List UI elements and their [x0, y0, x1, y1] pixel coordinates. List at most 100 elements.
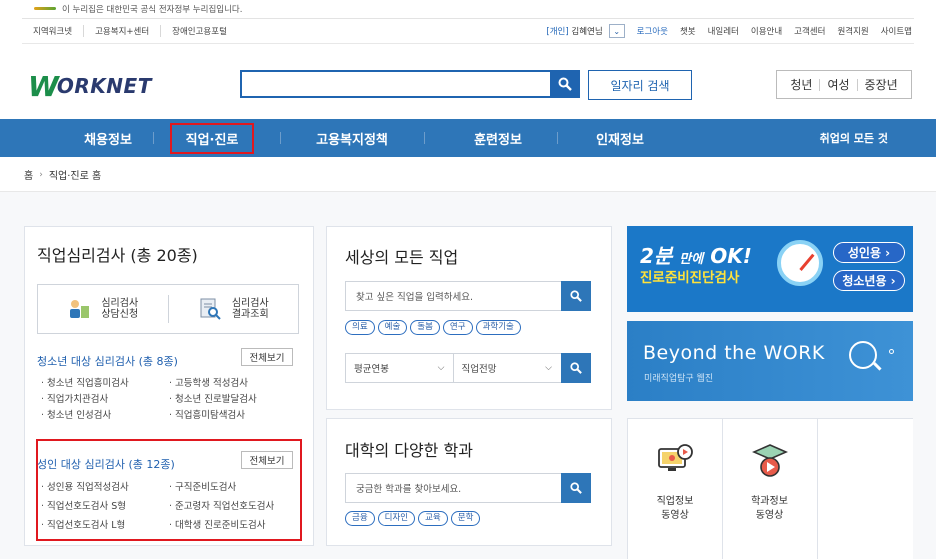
nav-recruit[interactable]: 채용정보: [62, 119, 154, 157]
logo-text: ORKNET: [56, 74, 152, 98]
remote-support-link[interactable]: 원격지원: [837, 25, 868, 37]
result-lookup-link[interactable]: 심리검사 결과조회: [167, 295, 299, 323]
search-icon: [570, 362, 582, 374]
adult-test-item[interactable]: 직업선호도검사 S형: [41, 498, 169, 512]
nav-divider: [424, 132, 425, 144]
search-button[interactable]: [550, 70, 580, 98]
tag-research[interactable]: 연구: [442, 320, 473, 335]
nav-job-career[interactable]: 직업·진로: [170, 123, 254, 154]
job-search-button[interactable]: 일자리 검색: [588, 70, 692, 100]
salary-select[interactable]: 평균연봉 ⌵: [346, 354, 453, 382]
tag-education[interactable]: 교육: [418, 511, 448, 526]
youth-test-list: 청소년 직업흥미검사 고등학생 적성검사 직업가치관검사 청소년 진로발달검사 …: [41, 375, 301, 421]
departments-title: 대학의 다양한 학과: [345, 441, 473, 460]
monitor-play-icon: [658, 444, 693, 471]
util-link-local[interactable]: 지역워크넷: [22, 25, 85, 37]
middle-aged-link[interactable]: 중장년: [858, 79, 905, 91]
adult-test-item[interactable]: 직업선호도검사 L형: [41, 517, 169, 531]
search-input[interactable]: [240, 70, 580, 98]
women-link[interactable]: 여성: [820, 78, 858, 91]
youth-test-title[interactable]: 청소년 대상 심리검사 (총 8종): [37, 353, 178, 369]
nav-all-about-jobs[interactable]: 취업의 모든 것: [820, 119, 888, 157]
gov-banner: 이 누리집은 대한민국 공식 전자정부 누리집입니다.: [0, 0, 936, 17]
banner2-title: Beyond the WORK: [643, 342, 825, 364]
guide-link[interactable]: 이용안내: [751, 25, 782, 37]
result-label: 심리검사 결과조회: [231, 298, 269, 320]
utility-bar: 지역워크넷 고용복지+센터 장애인고용포털 [개인] 김혜연님 ⌄ 로그아웃 챗…: [22, 18, 914, 44]
adult-test-list: 성인용 직업적성검사 구직준비도검사 직업선호도검사 S형 준고령자 직업선호도…: [41, 479, 301, 531]
search-icon: [558, 77, 572, 91]
tag-medical[interactable]: 의료: [345, 320, 375, 335]
department-tags: 금융 디자인 교육 문학: [345, 511, 481, 526]
job-search-submit[interactable]: [561, 281, 591, 311]
department-video-tile[interactable]: 학과정보 동영상: [722, 419, 818, 559]
nav-employment-welfare[interactable]: 고용복지정책: [300, 119, 404, 157]
dot-icon: [889, 349, 894, 354]
util-link-disability-portal[interactable]: 장애인고용포털: [161, 25, 238, 37]
youth-test-item[interactable]: 청소년 직업흥미검사: [41, 375, 169, 389]
util-link-welfare-center[interactable]: 고용복지+센터: [84, 25, 162, 37]
job-info-video-tile[interactable]: 직업정보 동영상: [627, 419, 723, 559]
tag-finance[interactable]: 금융: [345, 511, 375, 526]
department-video-label: 학과정보 동영상: [751, 496, 788, 521]
youth-test-item[interactable]: 직업흥미탐색검사: [169, 407, 297, 421]
tag-science-tech[interactable]: 과학기술: [475, 320, 521, 335]
career-readiness-banner[interactable]: 2분 만에 OK! 진로준비진단검사 성인용 › 청소년용 ›: [627, 226, 913, 312]
family-sites: 지역워크넷 고용복지+센터 장애인고용포털: [22, 25, 238, 37]
worknet-logo[interactable]: W ORKNET: [28, 66, 152, 106]
user-info: [개인] 김혜연님: [546, 25, 602, 37]
breadcrumb-home[interactable]: 홈: [24, 167, 33, 182]
chatbot-link[interactable]: 챗봇: [680, 25, 696, 37]
adult-test-pill[interactable]: 성인용 ›: [833, 242, 905, 263]
user-menu-chevron-down-icon[interactable]: ⌄: [608, 24, 625, 38]
nav-training[interactable]: 훈련정보: [452, 119, 544, 157]
counselor-icon: [70, 300, 90, 318]
logout-link[interactable]: 로그아웃: [637, 25, 668, 37]
consultation-request-link[interactable]: 심리검사 상담신청: [38, 285, 168, 333]
user-name: 김혜연님: [571, 27, 603, 37]
tag-design[interactable]: 디자인: [377, 511, 416, 526]
filter-search-button[interactable]: [561, 353, 591, 383]
search-icon: [570, 290, 582, 302]
nav-divider: [153, 132, 154, 144]
account-links: [개인] 김혜연님 ⌄ 로그아웃 챗봇 내일레터 이용안내 고객센터 원격지원 …: [546, 24, 914, 38]
adult-view-all-button[interactable]: 전체보기: [241, 451, 293, 469]
youth-link[interactable]: 청년: [783, 78, 821, 91]
psych-test-links: 심리검사 상담신청 심리검사 결과조회: [37, 284, 299, 334]
youth-test-item[interactable]: 직업가치관검사: [41, 391, 169, 405]
tag-literature[interactable]: 문학: [450, 511, 481, 526]
tag-art[interactable]: 예술: [377, 320, 408, 335]
all-jobs-title: 세상의 모든 직업: [345, 248, 459, 267]
adult-test-item[interactable]: 성인용 직업적성검사: [41, 479, 169, 493]
university-departments-card: 대학의 다양한 학과 궁금한 학과를 찾아보세요. 금융 디자인 교육 문학: [326, 418, 612, 546]
youth-test-item[interactable]: 청소년 진로발달검사: [169, 391, 297, 405]
psych-test-card: 직업심리검사 (총 20종) 심리검사 상담신청 심리검사 결과조회 청소년 대…: [24, 226, 314, 546]
document-search-icon: [200, 298, 221, 320]
youth-test-pill[interactable]: 청소년용 ›: [833, 270, 905, 291]
youth-test-item[interactable]: 고등학생 적성검사: [169, 375, 297, 389]
main-navigation: 채용정보 직업·진로 고용복지정책 훈련정보 인재정보 취업의 모든 것: [0, 119, 936, 157]
user-type: [개인]: [546, 27, 569, 37]
psych-test-title: 직업심리검사 (총 20종): [37, 246, 198, 265]
youth-view-all-button[interactable]: 전체보기: [241, 348, 293, 366]
logo-w: W: [28, 69, 59, 103]
adult-test-item[interactable]: 대학생 진로준비도검사: [169, 517, 297, 531]
all-jobs-card: 세상의 모든 직업 찾고 싶은 직업을 입력하세요. 의료 예술 돌봄 연구 과…: [326, 226, 612, 410]
customer-center-link[interactable]: 고객센터: [794, 25, 825, 37]
adult-test-item[interactable]: 구직준비도검사: [169, 479, 297, 493]
outlook-select-value: 직업전망: [461, 364, 497, 375]
newsletter-link[interactable]: 내일레터: [708, 25, 739, 37]
search-icon: [570, 482, 582, 494]
job-search-input[interactable]: 찾고 싶은 직업을 입력하세요.: [345, 281, 591, 311]
department-search-submit[interactable]: [561, 473, 591, 503]
adult-test-item[interactable]: 준고령자 직업선호도검사: [169, 498, 297, 512]
youth-test-item[interactable]: 청소년 인성검사: [41, 407, 169, 421]
sitemap-link[interactable]: 사이트맵: [881, 25, 912, 37]
tag-care[interactable]: 돌봄: [410, 320, 440, 335]
nav-talent[interactable]: 인재정보: [574, 119, 666, 157]
adult-test-title[interactable]: 성인 대상 심리검사 (총 12종): [37, 456, 175, 472]
department-search-input[interactable]: 궁금한 학과를 찾아보세요.: [345, 473, 591, 503]
beyond-the-work-banner[interactable]: Beyond the WORK 미래직업탐구 웹진: [627, 321, 913, 401]
taegeuk-logo-icon: [34, 4, 56, 13]
nav-divider: [280, 132, 281, 144]
